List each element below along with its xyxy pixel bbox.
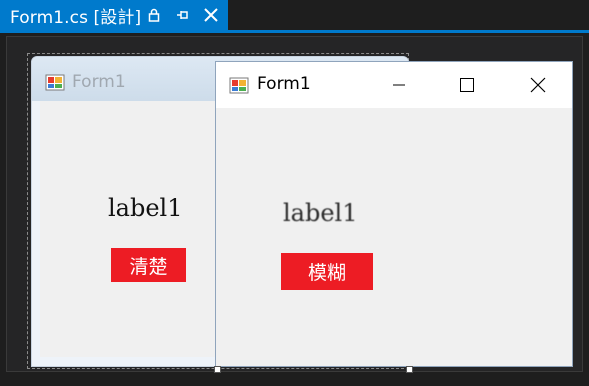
- resize-handle-bottom[interactable]: [214, 366, 221, 373]
- runtime-form-titlebar[interactable]: Form1: [216, 62, 572, 108]
- document-tab[interactable]: Form1.cs [設計]: [0, 0, 228, 30]
- close-icon[interactable]: [203, 7, 219, 23]
- close-icon[interactable]: [514, 70, 560, 100]
- runtime-form-title: Form1: [257, 74, 311, 94]
- blur-button[interactable]: 模糊: [281, 253, 373, 290]
- form-icon: [45, 74, 65, 91]
- design-label[interactable]: label1: [108, 194, 183, 222]
- form-icon: [229, 77, 249, 94]
- lock-icon[interactable]: [148, 8, 160, 22]
- minimize-icon[interactable]: [376, 70, 422, 100]
- runtime-form-window[interactable]: Form1 label1 模糊: [215, 61, 573, 367]
- document-tab-title: Form1.cs [設計]: [10, 7, 142, 28]
- design-form-title: Form1: [72, 72, 126, 92]
- pin-icon[interactable]: [176, 8, 190, 22]
- runtime-label: label1: [283, 199, 358, 227]
- resize-handle-bottom-right[interactable]: [406, 366, 413, 373]
- maximize-icon[interactable]: [443, 70, 489, 100]
- tab-underline: [0, 30, 589, 33]
- clear-button[interactable]: 清楚: [111, 248, 186, 282]
